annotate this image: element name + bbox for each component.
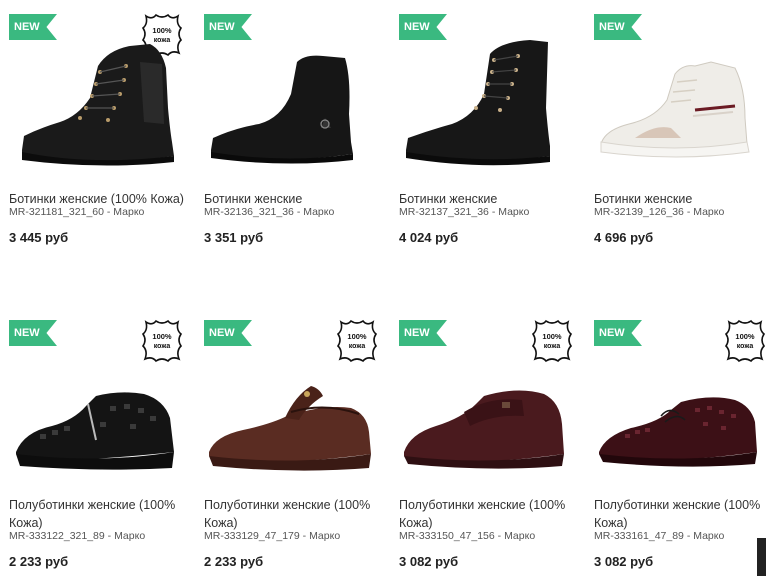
product-card[interactable]: NEW Ботинки женские MR-32139_126_36 - Ма…	[585, 0, 766, 290]
product-price: 4 024 руб	[399, 230, 459, 245]
product-card[interactable]: NEW 100% кожа Полуботинки женские (100% К…	[390, 306, 580, 576]
svg-text:100%: 100%	[347, 332, 367, 341]
new-badge: NEW	[9, 14, 57, 40]
product-sku: MR-333129_47_179 - Марко	[204, 530, 341, 542]
product-sku: MR-321181_321_60 - Марко	[9, 206, 145, 218]
product-price: 3 082 руб	[594, 554, 654, 569]
product-card[interactable]: NEW 100% кожа Ботинки женские (100% Кожа)…	[0, 0, 190, 290]
new-badge: NEW	[204, 320, 252, 346]
product-sku: MR-32137_321_36 - Марко	[399, 206, 530, 218]
product-card[interactable]: NEW Ботинки женские MR-32136_321_36 - Ма…	[195, 0, 385, 290]
new-badge: NEW	[399, 320, 447, 346]
product-image[interactable]	[195, 38, 385, 168]
new-badge: NEW	[594, 14, 642, 40]
product-sku: MR-333150_47_156 - Марко	[399, 530, 536, 542]
svg-text:кожа: кожа	[737, 343, 754, 350]
product-price: 3 445 руб	[9, 230, 69, 245]
new-badge: NEW	[399, 14, 447, 40]
product-price: 2 233 руб	[9, 554, 69, 569]
product-price: 3 351 руб	[204, 230, 264, 245]
product-card[interactable]: NEW 100% кожа Полуботинки женские (100% К…	[0, 306, 190, 576]
product-image[interactable]	[390, 38, 580, 168]
product-title[interactable]: Полуботинки женские (100% Кожа)	[399, 496, 575, 532]
product-image[interactable]	[195, 356, 385, 486]
product-title[interactable]: Полуботинки женские (100% Кожа)	[9, 496, 185, 532]
product-image[interactable]	[0, 38, 190, 168]
product-sku: MR-32139_126_36 - Марко	[594, 206, 725, 218]
product-sku: MR-32136_321_36 - Марко	[204, 206, 335, 218]
svg-text:кожа: кожа	[544, 343, 561, 350]
product-image[interactable]	[0, 356, 190, 486]
product-image[interactable]	[390, 356, 580, 486]
new-badge: NEW	[9, 320, 57, 346]
product-title[interactable]: Полуботинки женские (100% Кожа)	[594, 496, 766, 532]
product-price: 3 082 руб	[399, 554, 459, 569]
svg-text:100%: 100%	[735, 332, 755, 341]
product-price: 2 233 руб	[204, 554, 264, 569]
product-title[interactable]: Полуботинки женские (100% Кожа)	[204, 496, 380, 532]
svg-text:100%: 100%	[542, 332, 562, 341]
svg-text:100%: 100%	[152, 26, 172, 35]
svg-text:кожа: кожа	[154, 343, 171, 350]
svg-text:100%: 100%	[152, 332, 172, 341]
product-sku: MR-333122_321_89 - Марко	[9, 530, 146, 542]
new-badge: NEW	[594, 320, 642, 346]
product-sku: MR-333161_47_89 - Марко	[594, 530, 725, 542]
product-card[interactable]: NEW 100% кожа Полуботинки женские (100% К…	[195, 306, 385, 576]
product-price: 4 696 руб	[594, 230, 654, 245]
product-image[interactable]	[585, 38, 766, 168]
product-grid: NEW 100% кожа Ботинки женские (100% Кожа)…	[0, 0, 766, 576]
scrollbar-thumb[interactable]	[757, 538, 766, 576]
product-image[interactable]	[585, 356, 766, 486]
svg-text:кожа: кожа	[349, 343, 366, 350]
product-card[interactable]: NEW 100% кожа Полуботинки женские (100% К…	[585, 306, 766, 576]
new-badge: NEW	[204, 14, 252, 40]
product-card[interactable]: NEW Ботинки женские MR-32137_321_36 - Ма…	[390, 0, 580, 290]
